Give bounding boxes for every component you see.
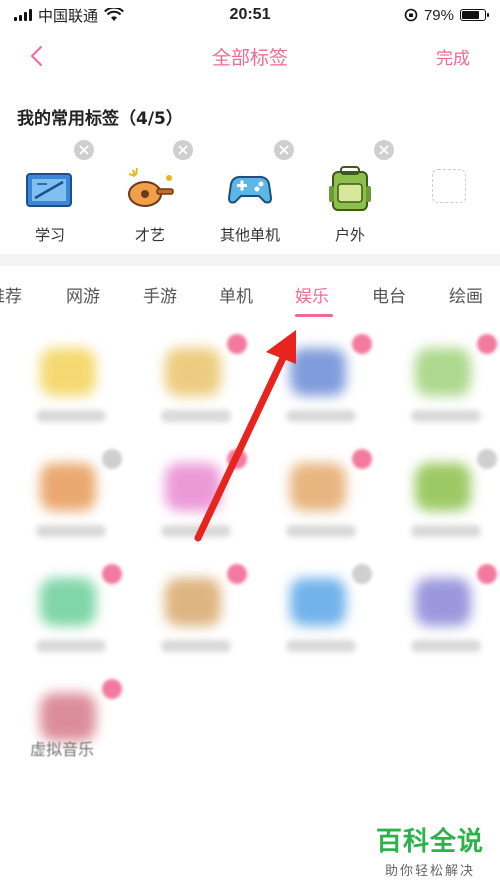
category-tabs: 推荐 网游 手游 单机 娱乐 电台 绘画	[0, 266, 500, 320]
grid-tag[interactable]	[270, 330, 380, 440]
grid-tag[interactable]	[395, 330, 500, 440]
section-divider	[0, 254, 500, 266]
remove-tag-button[interactable]	[74, 140, 94, 160]
grid-tag[interactable]	[20, 675, 130, 785]
backpack-icon	[323, 162, 377, 216]
study-icon	[23, 162, 77, 216]
close-icon	[178, 145, 188, 155]
close-icon	[379, 145, 389, 155]
favorite-tag-label: 学习	[34, 226, 65, 244]
carrier-label: 中国联通	[38, 7, 99, 25]
nav-bar: 全部标签 完成	[0, 30, 500, 82]
grid-tag[interactable]	[145, 560, 255, 670]
gamepad-icon	[223, 162, 277, 216]
battery-percent: 79%	[423, 6, 454, 24]
remove-tag-button[interactable]	[374, 140, 394, 160]
favorite-tag-study[interactable]: 学习	[10, 148, 90, 245]
status-right: 79%	[404, 6, 489, 24]
tab-recommended[interactable]: 推荐	[0, 282, 22, 307]
grid-tag[interactable]	[270, 560, 380, 670]
remove-tag-button[interactable]	[173, 140, 193, 160]
signal-icon	[14, 9, 32, 21]
guitar-icon	[123, 162, 177, 216]
favorite-tag-other-single-player[interactable]: 其他单机	[210, 148, 290, 245]
tab-radio[interactable]: 电台	[372, 282, 406, 307]
clock: 20:51	[229, 6, 271, 23]
favorite-tags: 学习 才艺 其他单机 户外	[0, 140, 500, 250]
status-left: 中国联通	[14, 5, 124, 26]
watermark: 百科全说 助你轻松解决	[376, 821, 484, 879]
favorite-tag-label: 才艺	[134, 226, 165, 244]
tab-entertainment[interactable]: 娱乐	[295, 282, 329, 307]
orientation-lock-icon	[404, 8, 418, 22]
battery-icon	[460, 9, 489, 21]
watermark-title: 百科全说	[375, 827, 484, 857]
wifi-icon	[104, 8, 124, 21]
grid-tag[interactable]	[145, 330, 255, 440]
close-icon	[79, 145, 89, 155]
grid-tag[interactable]	[395, 560, 500, 670]
favorite-tag-outdoor[interactable]: 户外	[310, 148, 390, 245]
tab-online-games[interactable]: 网游	[66, 282, 100, 307]
active-tab-indicator	[295, 314, 333, 317]
tab-drawing[interactable]: 绘画	[449, 282, 483, 307]
grid-tag[interactable]	[395, 445, 500, 555]
grid-tag[interactable]	[20, 445, 130, 555]
grid-tag-label: 虚拟音乐	[30, 740, 95, 759]
favorite-tag-talent[interactable]: 才艺	[110, 148, 190, 245]
back-button[interactable]	[22, 42, 50, 70]
favorite-tag-label: 其他单机	[219, 226, 280, 244]
tab-mobile-games[interactable]: 手游	[143, 282, 177, 307]
empty-tag-slot[interactable]	[432, 169, 466, 203]
tab-single-player[interactable]: 单机	[219, 282, 253, 307]
grid-tag[interactable]	[145, 445, 255, 555]
watermark-subtitle: 助你轻松解决	[384, 864, 475, 879]
grid-tag[interactable]	[20, 330, 130, 440]
grid-tag[interactable]	[20, 560, 130, 670]
favorites-title: 我的常用标签（4/5）	[17, 109, 183, 129]
chevron-left-icon	[31, 46, 42, 66]
remove-tag-button[interactable]	[274, 140, 294, 160]
page-title: 全部标签	[211, 46, 288, 69]
status-bar: 中国联通 20:51 79%	[0, 0, 500, 30]
done-button[interactable]: 完成	[436, 44, 470, 69]
tag-grid	[0, 320, 500, 780]
favorite-tag-label: 户外	[334, 226, 365, 244]
close-icon	[279, 145, 289, 155]
grid-tag[interactable]	[270, 445, 380, 555]
